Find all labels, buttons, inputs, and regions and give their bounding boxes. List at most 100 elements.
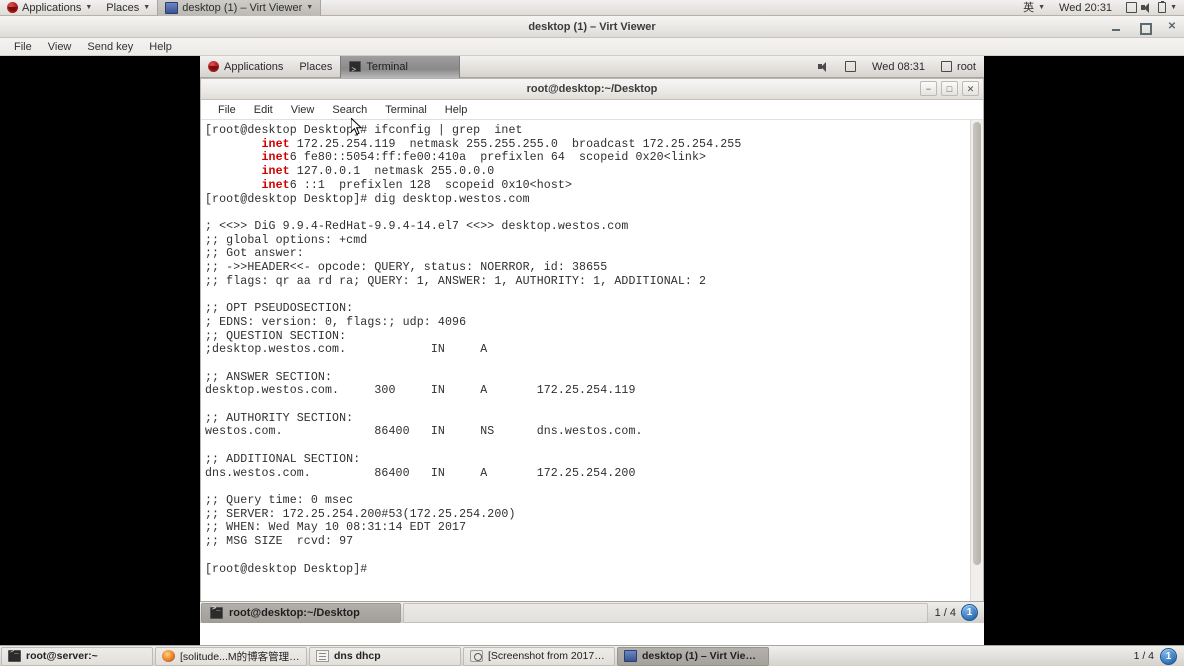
chevron-down-icon: ▼ bbox=[143, 4, 151, 11]
maximize-button[interactable] bbox=[1138, 21, 1152, 35]
terminal-line: ;; ADDITIONAL SECTION: bbox=[205, 452, 361, 466]
menu-file[interactable]: File bbox=[6, 38, 40, 56]
taskbar-item-3[interactable]: [Screenshot from 2017-05-07 0... bbox=[463, 646, 615, 666]
host-tray[interactable]: ▼ bbox=[1119, 0, 1184, 16]
menu-help[interactable]: Help bbox=[141, 38, 180, 56]
guest-clock-label: Wed 08:31 bbox=[872, 60, 926, 73]
firefox-icon bbox=[162, 650, 175, 662]
terminal-title: root@desktop:~/Desktop bbox=[526, 83, 658, 95]
host-active-window-label: desktop (1) – Virt Viewer bbox=[182, 1, 303, 14]
terminal-line: ;; SERVER: 172.25.254.200#53(172.25.254.… bbox=[205, 507, 516, 521]
terminal-output[interactable]: [root@desktop Desktop]# ifconfig | grep … bbox=[201, 120, 970, 602]
guest-applications-label: Applications bbox=[224, 60, 284, 73]
host-workspace-count: 1 / 4 bbox=[1133, 650, 1154, 662]
taskbar-item-label: dns dhcp bbox=[334, 650, 381, 662]
guest-network-button[interactable] bbox=[837, 56, 864, 78]
input-method-indicator[interactable]: 英 ▼ bbox=[1016, 0, 1052, 16]
terminal-titlebar[interactable]: root@desktop:~/Desktop − □ ✕ bbox=[201, 79, 983, 100]
guest-bottom-panel: root@desktop:~/Desktop 1 / 4 1 bbox=[200, 601, 984, 623]
host-active-window-menu[interactable]: desktop (1) – Virt Viewer ▼ bbox=[157, 0, 322, 16]
close-button[interactable]: ✕ bbox=[1166, 21, 1178, 33]
chevron-down-icon[interactable]: ▼ bbox=[1170, 4, 1177, 11]
terminal-line: inet6 ::1 prefixlen 128 scopeid 0x10<hos… bbox=[261, 178, 572, 192]
screen: Applications ▼ Places ▼ desktop (1) – Vi… bbox=[0, 0, 1184, 666]
redhat-logo-icon bbox=[208, 61, 219, 72]
guest-places-label: Places bbox=[299, 60, 333, 73]
terminal-close-button[interactable]: ✕ bbox=[962, 81, 979, 96]
battery-icon[interactable] bbox=[1158, 1, 1167, 13]
taskbar-item-label: root@server:~ bbox=[26, 650, 98, 662]
guest-window-menu-terminal[interactable]: Terminal bbox=[340, 56, 461, 82]
guest-user-label: root bbox=[957, 60, 976, 73]
guest-taskbar-item-label: root@desktop:~/Desktop bbox=[229, 606, 360, 619]
taskbar-item-1[interactable]: [solitude...M的博客管理后台-51... bbox=[155, 646, 307, 666]
guest-user-menu[interactable]: root bbox=[933, 56, 984, 78]
host-applications-menu[interactable]: Applications ▼ bbox=[0, 0, 99, 16]
taskbar-item-4[interactable]: desktop (1) – Virt Viewer bbox=[617, 646, 769, 666]
terminal-line: ; EDNS: version: 0, flags:; udp: 4096 bbox=[205, 315, 467, 329]
volume-icon bbox=[818, 61, 829, 72]
volume-icon[interactable] bbox=[1141, 2, 1152, 13]
virt-viewer-window-controls: ✕ bbox=[1110, 16, 1178, 38]
terminal-line: inet 172.25.254.119 netmask 255.255.255.… bbox=[261, 137, 742, 151]
guest-top-panel-tray: Wed 08:31 root bbox=[810, 56, 984, 78]
taskbar-item-2[interactable]: dns dhcp bbox=[309, 646, 461, 666]
guest-workspace-badge: 1 bbox=[961, 604, 978, 621]
guest-workspace-switcher[interactable]: 1 / 4 1 bbox=[929, 602, 984, 624]
guest-desktop: Applications Places Terminal bbox=[200, 56, 984, 645]
terminal-line: ;; QUESTION SECTION: bbox=[205, 329, 347, 343]
terminal-line: ;; AUTHORITY SECTION: bbox=[205, 411, 354, 425]
terminal-line: ;; Got answer: bbox=[205, 247, 304, 261]
virt-viewer-canvas[interactable]: Applications Places Terminal bbox=[0, 56, 1184, 645]
terminal-line: ;desktop.westos.com. IN A bbox=[205, 343, 488, 357]
virt-viewer-icon bbox=[165, 1, 179, 14]
terminal-menu-search[interactable]: Search bbox=[323, 100, 376, 120]
redhat-logo-icon bbox=[7, 2, 18, 13]
terminal-window: root@desktop:~/Desktop − □ ✕ File Edit V… bbox=[200, 78, 984, 603]
terminal-menu-file[interactable]: File bbox=[209, 100, 245, 120]
display-icon[interactable] bbox=[1126, 2, 1138, 13]
terminal-line: inet 127.0.0.1 netmask 255.0.0.0 bbox=[261, 165, 495, 179]
terminal-menu-view[interactable]: View bbox=[282, 100, 324, 120]
document-icon bbox=[316, 650, 329, 662]
terminal-menu-terminal[interactable]: Terminal bbox=[376, 100, 436, 120]
taskbar-item-label: [solitude...M的博客管理后台-51... bbox=[180, 650, 300, 663]
terminal-line: ;; OPT PSEUDOSECTION: bbox=[205, 302, 354, 316]
terminal-menu-edit[interactable]: Edit bbox=[245, 100, 282, 120]
terminal-scrollbar[interactable] bbox=[970, 120, 983, 602]
menu-send-key[interactable]: Send key bbox=[79, 38, 141, 56]
guest-taskbar-item-terminal[interactable]: root@desktop:~/Desktop bbox=[201, 602, 401, 623]
terminal-line: desktop.westos.com. 300 IN A 172.25.254.… bbox=[205, 384, 636, 398]
host-places-menu[interactable]: Places ▼ bbox=[99, 0, 157, 16]
user-icon bbox=[941, 61, 953, 72]
terminal-scrollbar-thumb[interactable] bbox=[973, 122, 981, 566]
virt-viewer-titlebar[interactable]: desktop (1) – Virt Viewer ✕ bbox=[0, 16, 1184, 38]
taskbar-item-0[interactable]: root@server:~ bbox=[1, 646, 153, 666]
guest-applications-menu[interactable]: Applications bbox=[200, 56, 291, 78]
guest-volume-button[interactable] bbox=[810, 56, 837, 78]
terminal-icon bbox=[349, 60, 362, 82]
guest-taskbar-empty-area bbox=[403, 602, 928, 623]
terminal-line: ;; flags: qr aa rd ra; QUERY: 1, ANSWER:… bbox=[205, 274, 707, 288]
terminal-screen[interactable]: [root@desktop Desktop]# ifconfig | grep … bbox=[201, 120, 983, 602]
host-workspace-badge: 1 bbox=[1160, 647, 1177, 665]
terminal-icon bbox=[8, 648, 21, 662]
terminal-line: ;; MSG SIZE rcvd: 97 bbox=[205, 535, 354, 549]
virt-viewer-window: desktop (1) – Virt Viewer ✕ File View Se… bbox=[0, 16, 1184, 645]
guest-places-menu[interactable]: Places bbox=[291, 56, 340, 78]
terminal-line: [root@desktop Desktop]# ifconfig | grep … bbox=[205, 124, 523, 137]
menu-view[interactable]: View bbox=[40, 38, 80, 56]
host-workspace-switcher[interactable]: 1 / 4 1 bbox=[1127, 647, 1184, 665]
terminal-minimize-button[interactable]: − bbox=[920, 81, 937, 96]
terminal-maximize-button[interactable]: □ bbox=[941, 81, 958, 96]
virt-viewer-menubar: File View Send key Help bbox=[0, 38, 1184, 56]
minimize-button[interactable] bbox=[1110, 21, 1122, 33]
terminal-menu-help[interactable]: Help bbox=[436, 100, 477, 120]
host-clock[interactable]: Wed 20:31 bbox=[1052, 0, 1119, 16]
guest-clock[interactable]: Wed 08:31 bbox=[864, 56, 933, 78]
taskbar-item-label: [Screenshot from 2017-05-07 0... bbox=[488, 650, 608, 662]
